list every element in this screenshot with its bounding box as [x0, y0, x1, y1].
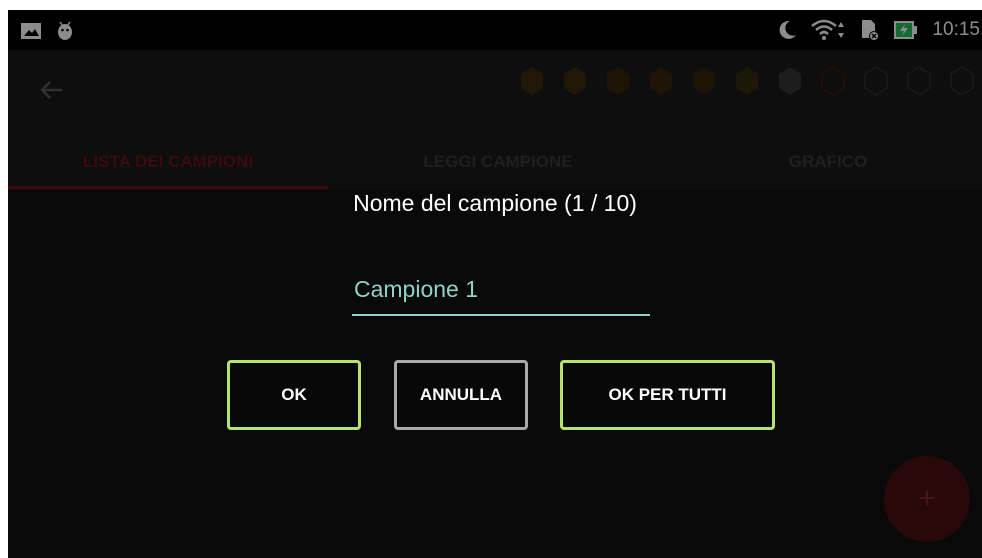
ok-button[interactable]: OK — [227, 360, 361, 430]
ok-for-all-button[interactable]: OK PER TUTTI — [560, 360, 775, 430]
sample-name-input[interactable]: Campione 1 — [352, 272, 650, 316]
cancel-button[interactable]: ANNULLA — [394, 360, 528, 430]
phone-screen: 10:15 LISTA DEI CAMPIONI LEGGI CAMPIONE … — [8, 10, 982, 558]
dialog-title: Nome del campione (1 / 10) — [353, 190, 637, 216]
